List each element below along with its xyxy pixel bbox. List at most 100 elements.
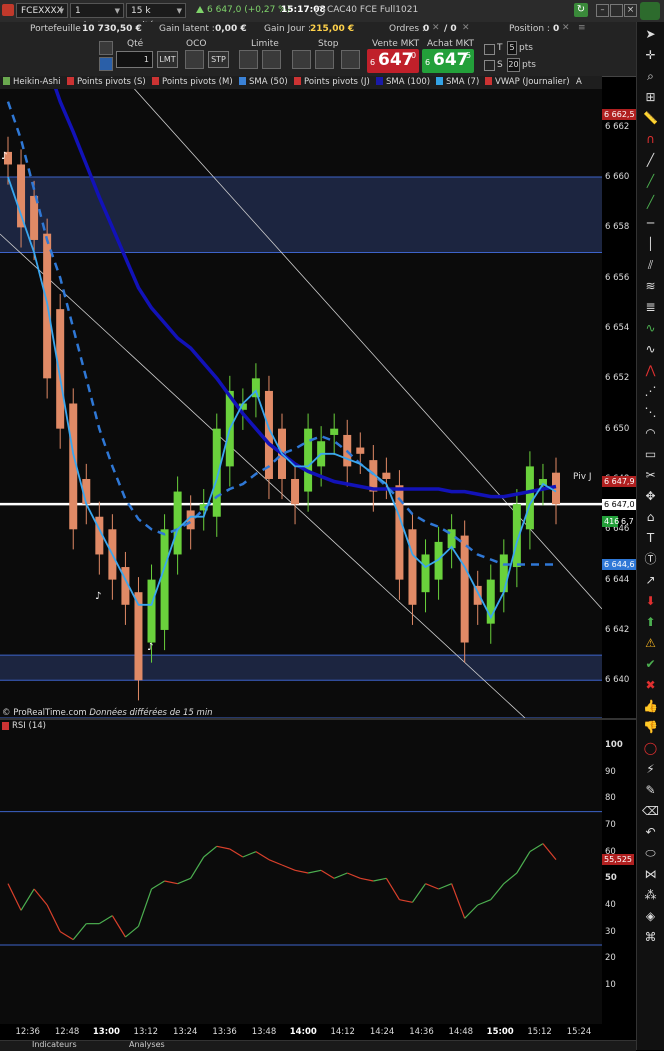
account-bar: Portefeuille : 10 730,50 € Gain latent :… [0,22,664,36]
instrument-select[interactable]: FCEXXXX ▼ [16,3,68,18]
pan-icon[interactable]: ⊞ [642,89,659,106]
position-menu-icon[interactable]: ≡ [578,23,586,33]
alert-bell-icon[interactable]: ♪ [1,151,7,162]
rsi-segment [242,851,257,858]
oco-icon[interactable] [185,50,204,69]
lmt-button[interactable]: LMT [157,51,178,68]
fan-icon[interactable]: ⋰ [642,383,659,400]
price-tick-label: 6 660 [605,172,630,183]
zigzag-icon[interactable]: ⚡ [642,761,659,778]
t-points-input[interactable]: 5 [507,41,517,55]
fibonacci-icon[interactable]: ≣ [642,299,659,316]
warning-icon[interactable]: ⚠ [642,635,659,652]
indicator-tag[interactable]: SMA (50) [239,77,288,88]
regression-icon[interactable]: ≋ [642,278,659,295]
gann-icon[interactable]: ⋱ [642,404,659,421]
alert-bell-icon[interactable]: ♪ [147,642,153,653]
circle-icon[interactable]: ◯ [642,740,659,757]
line-icon[interactable]: ╱ [642,152,659,169]
candle-body [421,554,430,593]
tools-icon[interactable]: ✂ [642,467,659,484]
qte-input[interactable]: 1 [116,51,153,68]
polyline-icon[interactable]: ⋈ [642,866,659,883]
position-close-icon[interactable]: ✕ [562,23,570,33]
rsi-segment [294,869,309,874]
maximize-button[interactable] [610,4,623,17]
indicator-tag[interactable]: VWAP (Journalier) [485,77,570,88]
network-icon[interactable]: ⁂ [642,887,659,904]
price-change: 6 647,0 (+0,27 %) [207,5,291,15]
link-icon[interactable] [315,6,325,16]
indicator-tag[interactable]: SMA (7) [436,77,479,88]
indicator-tag[interactable]: Points pivots (S) [67,77,146,88]
trailing-checkbox[interactable] [484,44,495,55]
rsi-segment [111,915,126,938]
close-button[interactable]: × [624,4,637,17]
stop-checkbox[interactable] [484,60,495,71]
ellipse-icon[interactable]: ⬭ [642,845,659,862]
rsi-axis[interactable]: 100 90 80 70 60 50 40 30 20 10 55,525 [602,720,636,1024]
channel-icon[interactable]: ⫽ [642,257,659,274]
limite-sell-icon[interactable] [262,50,281,69]
refresh-icon[interactable]: ↻ [574,3,588,17]
minimize-button[interactable]: – [596,4,609,17]
rsi-segment [177,877,191,885]
ordres-settings-icon[interactable]: ✕ [462,23,470,33]
horizontal-line-icon[interactable]: ─ [642,215,659,232]
thumb-up-icon[interactable]: 👍 [642,698,659,715]
move-icon[interactable]: ✥ [642,488,659,505]
crosshair-icon[interactable]: ✛ [642,47,659,64]
lock-icon[interactable]: ⌘ [642,929,659,946]
layers-icon[interactable]: ◈ [642,908,659,925]
units-select[interactable]: 15 k unités ▼ [126,3,186,31]
time-tick-label: 15:12 [527,1027,552,1037]
vertical-line-icon[interactable]: │ [642,236,659,253]
indicator-tag[interactable]: A [576,77,582,88]
arrow-icon[interactable]: ↗ [642,572,659,589]
arrow-up-green-icon[interactable]: ⬆ [642,614,659,631]
text-icon[interactable]: T [642,530,659,547]
interval-select[interactable]: 1 minute ▼ [70,3,124,31]
undo-icon[interactable]: ↶ [642,824,659,841]
trendline-icon[interactable]: ╱ [642,173,659,190]
shapes-icon[interactable]: ⌂ [642,509,659,526]
magnet-icon[interactable]: ∩ [642,131,659,148]
arc-icon[interactable]: ◠ [642,425,659,442]
indicator-tag[interactable]: Points pivots (J) [294,77,370,88]
stop-extra-icon[interactable] [341,50,360,69]
time-axis[interactable]: 12:36 12:48 13:00 13:12 13:24 13:36 13:48 14:00… [0,1024,602,1040]
eraser-icon[interactable]: ⌫ [642,803,659,820]
check-icon[interactable]: ✔ [642,656,659,673]
arrow-down-red-icon[interactable]: ⬇ [642,593,659,610]
pencil-icon[interactable]: ✎ [642,782,659,799]
hammer-icon[interactable] [99,41,113,55]
thumb-down-icon[interactable]: 👎 [642,719,659,736]
note-icon[interactable]: Ⓣ [642,551,659,568]
s-points-input[interactable]: 20 [507,58,520,72]
stop-buy-icon[interactable] [292,50,311,69]
indicator-tag[interactable]: Heikin-Ashi [3,77,61,88]
price-axis[interactable]: 6 6626 6606 6586 6566 6546 6526 6506 648… [602,89,637,718]
cross-icon[interactable]: ✖ [642,677,659,694]
stp-button[interactable]: STP [208,51,229,68]
wave-icon[interactable]: ∿ [642,320,659,337]
wave2-icon[interactable]: ∿ [642,341,659,358]
limite-buy-icon[interactable] [239,50,258,69]
indicator-tag[interactable]: SMA (100) [376,77,430,88]
rsi-segment [542,843,557,861]
rectangle-icon[interactable]: ▭ [642,446,659,463]
sell-market-button[interactable]: 6 647 0 [367,49,419,73]
rsi-chart[interactable] [0,732,602,1024]
ruler-icon[interactable]: 📏 [642,110,659,127]
calculator-icon[interactable] [99,57,113,71]
ray-icon[interactable]: ╱ [642,194,659,211]
alert-bell-icon[interactable]: ♪ [95,591,101,602]
cursor-icon[interactable]: ➤ [642,26,659,43]
zoom-icon[interactable]: ⌕ [642,68,659,85]
buy-market-button[interactable]: 6 647 5 [422,49,474,73]
indicator-tag[interactable]: Points pivots (M) [152,77,233,88]
stop-sell-icon[interactable] [315,50,334,69]
ordres-close-icon[interactable]: ✕ [432,23,440,33]
pattern-icon[interactable]: ⋀ [642,362,659,379]
price-chart[interactable]: © ProRealTime.com Données différées de 1… [0,0,603,757]
